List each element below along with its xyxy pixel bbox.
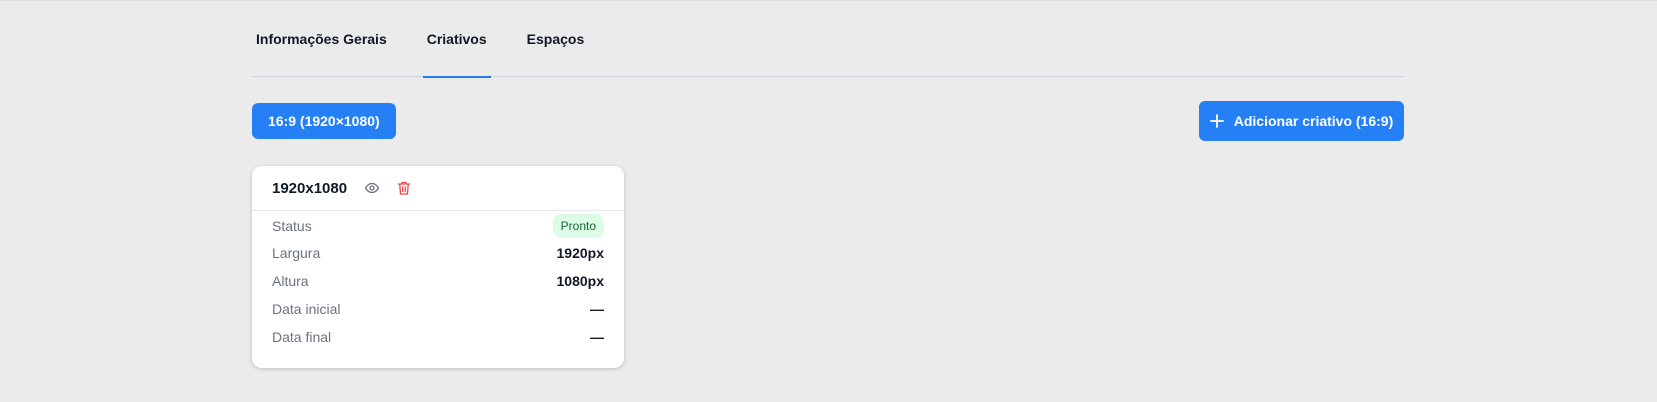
detail-value: 1080px — [556, 273, 604, 289]
plus-icon — [1209, 114, 1224, 128]
tab-bar: Informações Gerais Criativos Espaços — [252, 1, 1404, 78]
status-badge: Pronto — [552, 214, 604, 238]
tab-label: Criativos — [426, 31, 487, 47]
detail-value: 1920px — [556, 245, 604, 261]
tab-label: Espaços — [526, 31, 585, 47]
add-creative-button[interactable]: Adicionar criativo (16:9) — [1199, 101, 1404, 141]
add-creative-label: Adicionar criativo (16:9) — [1233, 113, 1394, 129]
detail-row-largura: Largura 1920px — [272, 239, 604, 267]
creative-details: Status Pronto Largura 1920px Altura 1080… — [252, 211, 624, 351]
detail-label: Data final — [272, 329, 332, 345]
tab-label: Informações Gerais — [256, 31, 387, 47]
detail-label: Largura — [272, 245, 321, 261]
detail-row-data-inicial: Data inicial — — [272, 295, 604, 323]
detail-label: Status — [272, 218, 312, 234]
tab-informacoes-gerais[interactable]: Informações Gerais — [252, 1, 391, 77]
detail-label: Data inicial — [272, 301, 341, 317]
detail-row-data-final: Data final — — [272, 323, 604, 351]
tab-espacos[interactable]: Espaços — [523, 1, 589, 77]
aspect-ratio-label: 16:9 (1920×1080) — [268, 113, 380, 129]
page: Informações Gerais Criativos Espaços 16:… — [0, 0, 1657, 402]
creative-card: 1920x1080 Status Pronto Largura 1920px A… — [252, 166, 624, 368]
detail-label: Altura — [272, 273, 309, 289]
toolbar: 16:9 (1920×1080) Adicionar criativo (16:… — [252, 77, 1404, 157]
detail-value: — — [590, 301, 604, 317]
tab-criativos[interactable]: Criativos — [422, 1, 491, 78]
creative-title: 1920x1080 — [272, 179, 348, 197]
trash-icon[interactable] — [393, 177, 415, 199]
creative-card-header: 1920x1080 — [252, 166, 624, 211]
detail-row-altura: Altura 1080px — [272, 267, 604, 295]
detail-row-status: Status Pronto — [272, 213, 604, 239]
detail-value: — — [590, 329, 604, 345]
eye-icon[interactable] — [361, 177, 383, 199]
aspect-ratio-filter-button[interactable]: 16:9 (1920×1080) — [252, 103, 396, 139]
main-content: Informações Gerais Criativos Espaços 16:… — [252, 1, 1404, 368]
